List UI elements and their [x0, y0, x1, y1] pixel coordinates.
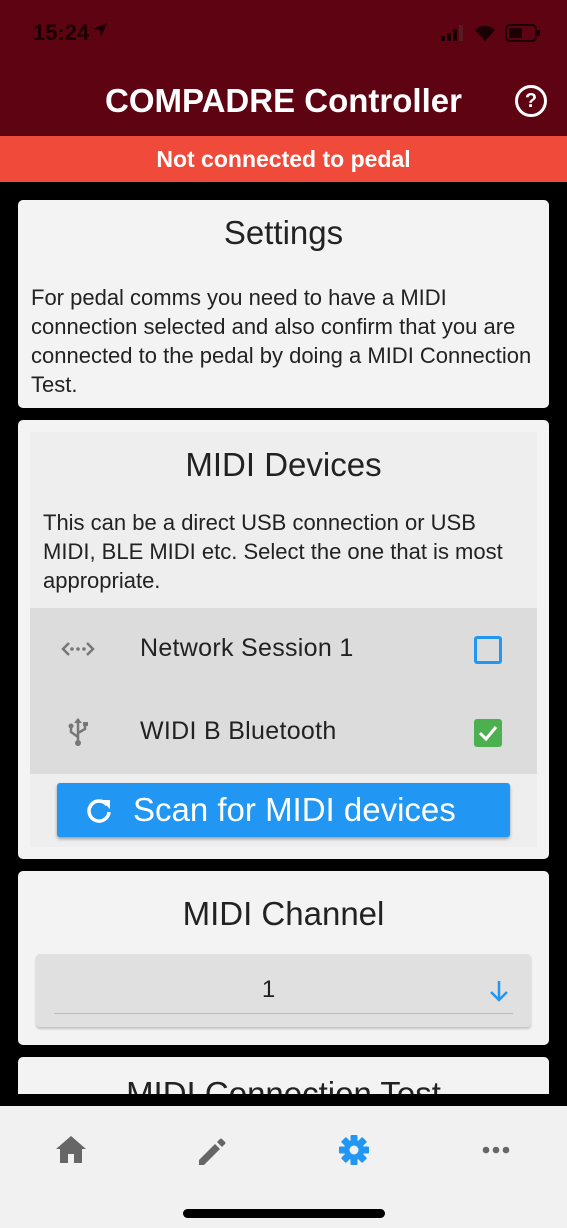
nav-edit[interactable]	[190, 1130, 234, 1170]
home-icon	[56, 1136, 86, 1163]
more-icon	[482, 1146, 510, 1154]
status-time: 15:24	[33, 20, 90, 45]
signal-icon	[441, 25, 463, 41]
midi-channel-title: MIDI Channel	[182, 895, 385, 932]
settings-description: For pedal comms you need to have a MIDI …	[31, 285, 532, 397]
device-row-widi-bluetooth[interactable]: WIDI B Bluetooth	[30, 691, 537, 774]
arrow-down-icon	[490, 981, 508, 1002]
midi-channel-value: 1	[261, 976, 276, 1003]
nav-more[interactable]	[474, 1130, 518, 1170]
midi-connection-test-card: MIDI Connection Test	[18, 1057, 549, 1094]
midi-devices-description: This can be a direct USB connection or U…	[43, 510, 503, 593]
usb-icon	[68, 718, 88, 746]
nav-settings[interactable]	[332, 1130, 376, 1170]
midi-device-list: Network Session 1 WIDI B Bluetooth	[30, 608, 537, 774]
settings-title: Settings	[223, 214, 344, 251]
midi-devices-card: MIDI Devices This can be a direct USB co…	[18, 420, 549, 859]
edit-icon	[199, 1138, 226, 1165]
scan-button-label: Scan for MIDI devices	[133, 791, 456, 828]
nav-home[interactable]	[49, 1130, 93, 1170]
midi-connection-test-title: MIDI Connection Test	[126, 1075, 441, 1094]
status-bar: 15:24	[0, 0, 567, 70]
midi-devices-panel: MIDI Devices This can be a direct USB co…	[30, 432, 537, 847]
settings-content[interactable]: Settings For pedal comms you need to hav…	[0, 182, 567, 1094]
device-name: WIDI B Bluetooth	[140, 717, 337, 745]
midi-devices-title: MIDI Devices	[185, 446, 382, 483]
dropdown-underline	[54, 1013, 513, 1014]
connection-status-banner: Not connected to pedal	[0, 136, 567, 182]
refresh-icon	[87, 799, 111, 823]
midi-channel-dropdown[interactable]: 1	[36, 954, 531, 1027]
help-button[interactable]: ?	[515, 85, 547, 117]
checkmark-icon	[478, 726, 498, 742]
device-name: Network Session 1	[140, 634, 354, 662]
network-icon	[61, 642, 95, 656]
device-checkbox-widi-bluetooth[interactable]	[474, 719, 502, 747]
status-icons	[441, 24, 541, 42]
settings-card: Settings For pedal comms you need to hav…	[18, 200, 549, 408]
scan-midi-devices-button[interactable]: Scan for MIDI devices	[57, 783, 510, 837]
bottom-navigation	[0, 1106, 567, 1228]
midi-channel-card: MIDI Channel 1	[18, 871, 549, 1045]
app-title: COMPADRE Controller	[105, 82, 462, 119]
location-icon	[93, 23, 107, 37]
home-indicator	[183, 1209, 385, 1218]
device-row-network-session[interactable]: Network Session 1	[30, 608, 537, 691]
wifi-icon	[475, 25, 495, 41]
app-bar: COMPADRE Controller ?	[0, 70, 567, 136]
gear-icon	[339, 1135, 369, 1165]
battery-icon	[505, 24, 540, 42]
device-checkbox-network-session[interactable]	[474, 636, 502, 664]
